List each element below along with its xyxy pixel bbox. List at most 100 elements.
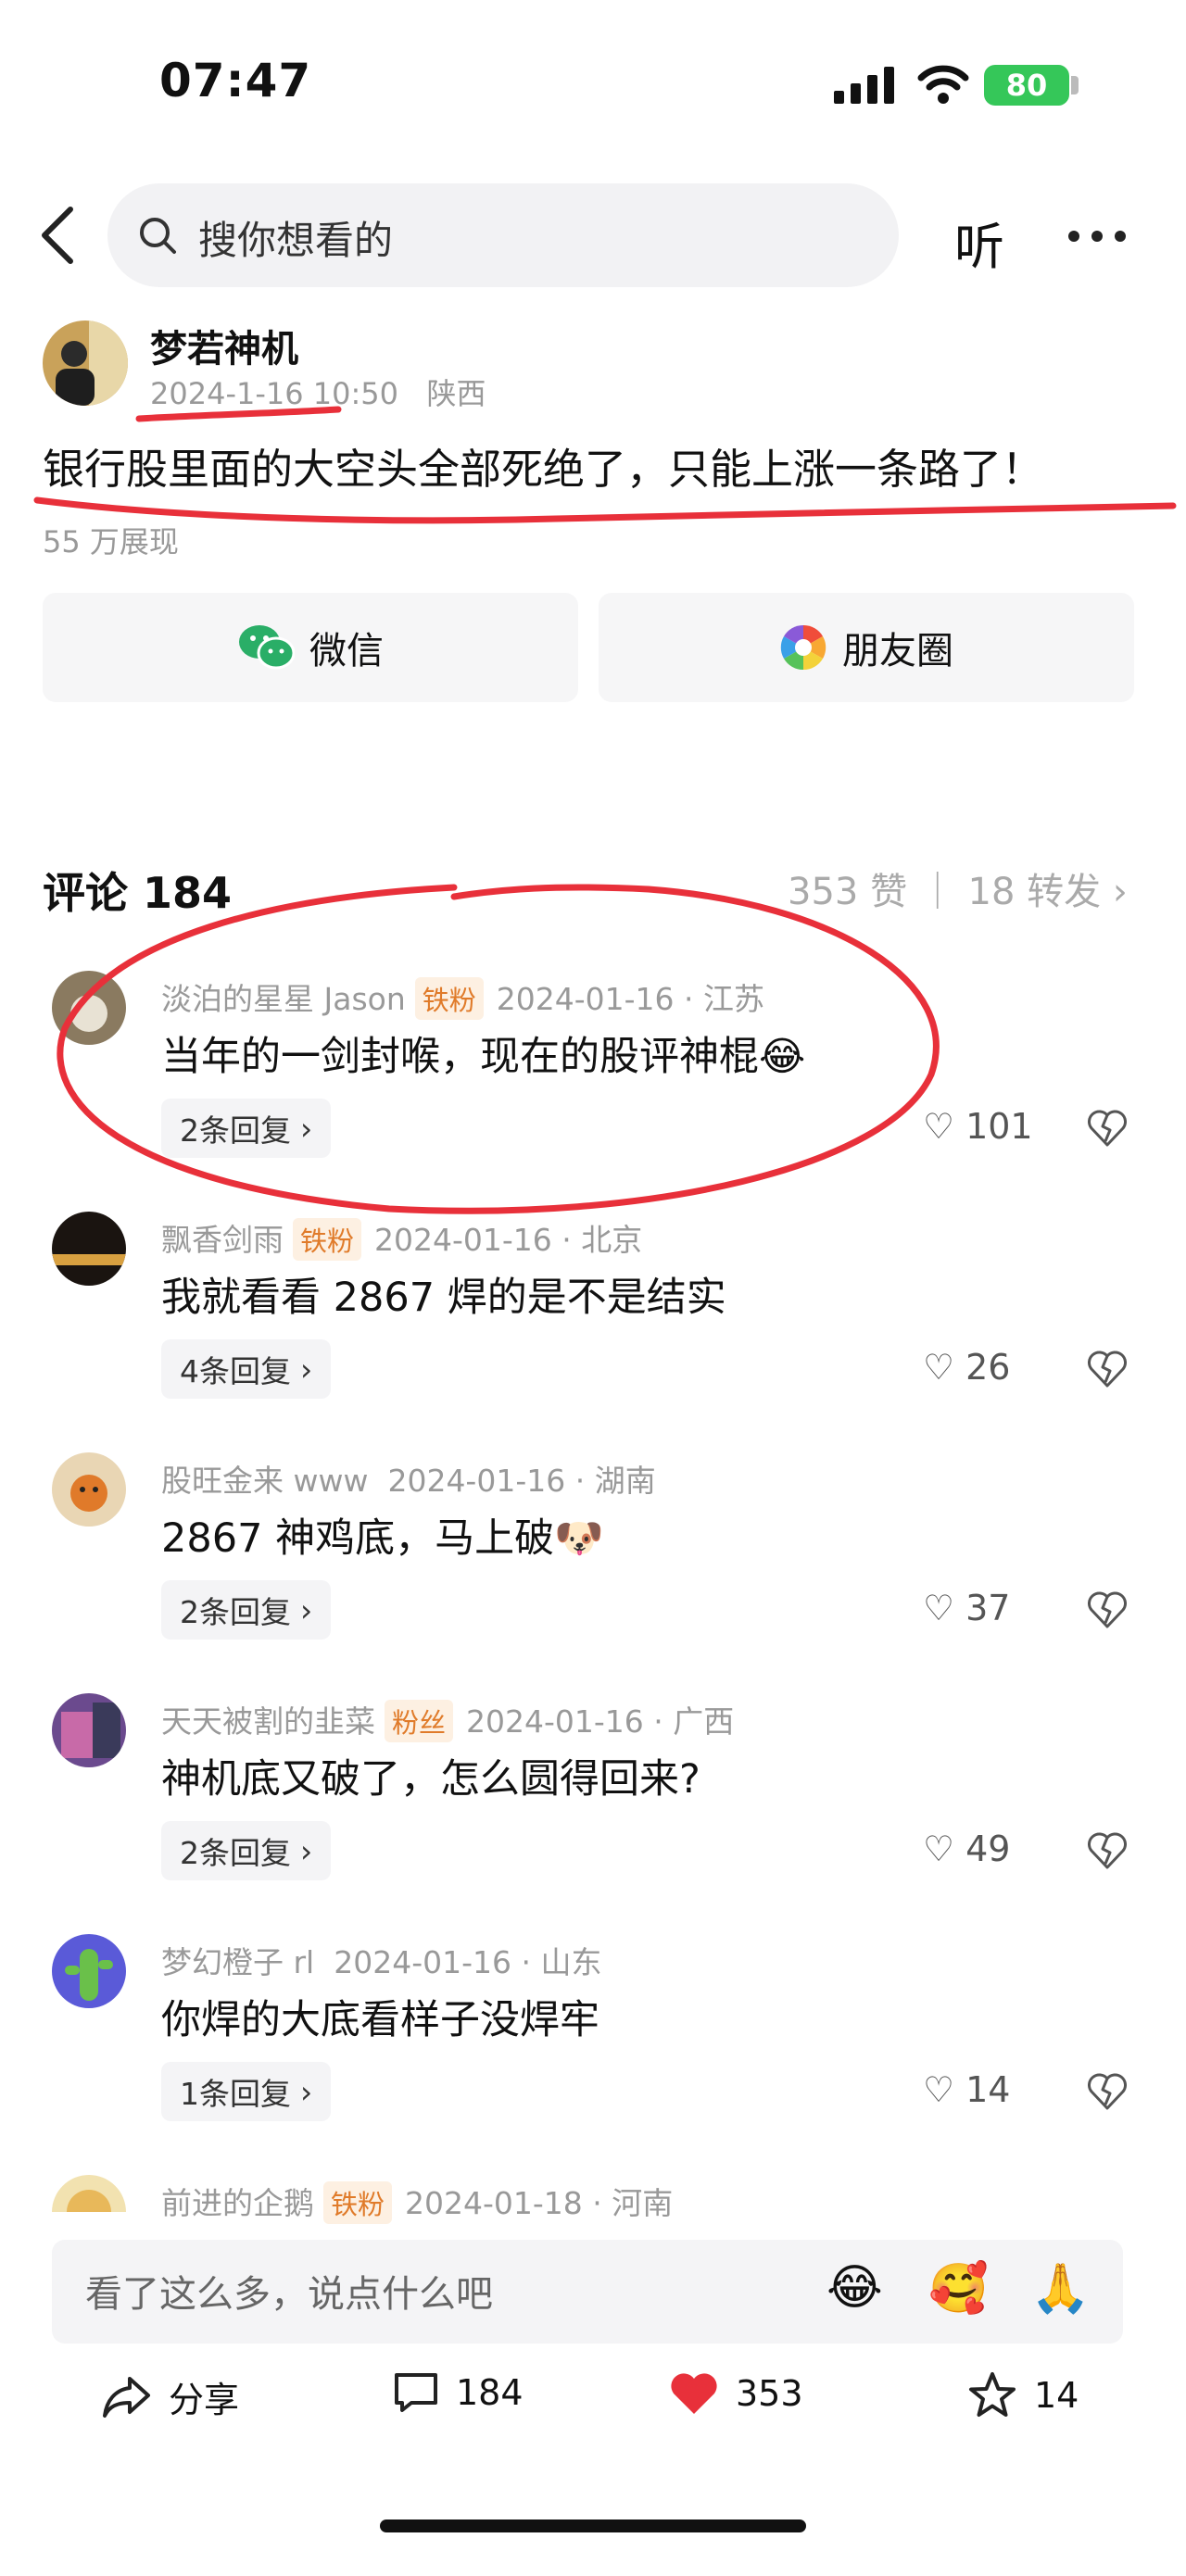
comment-avatar[interactable]	[52, 1452, 126, 1527]
emoji-pray-button[interactable]: 🙏	[1030, 2260, 1091, 2317]
comment-like-count: 49	[965, 1828, 1011, 1869]
chevron-right-icon: ›	[300, 1832, 313, 1869]
post-location: 陕西	[426, 376, 486, 411]
fan-badge: 粉丝	[385, 1700, 454, 1742]
dislike-icon[interactable]	[1088, 2073, 1127, 2110]
dislike-icon[interactable]	[1088, 1591, 1127, 1628]
back-arrow-icon[interactable]	[37, 206, 78, 265]
heart-outline-icon: ♡	[923, 2069, 955, 2110]
comment-date-location: 2024-01-16 · 江苏	[496, 981, 765, 1017]
share-wechat-button[interactable]: 微信	[43, 593, 578, 702]
comment-date-location: 2024-01-16 · 广西	[466, 1703, 735, 1740]
favorites-count: 14	[1034, 2375, 1079, 2416]
comment-meta: 梦幻橙子 rl 2024-01-16 · 山东	[161, 1938, 601, 1982]
battery-indicator: 80	[984, 65, 1069, 106]
heart-filled-icon	[671, 2373, 717, 2414]
replies-label: 2条回复	[180, 1594, 291, 1630]
share-moments-button[interactable]: 朋友圈	[599, 593, 1134, 702]
replies-label: 2条回复	[180, 1835, 291, 1871]
star-icon	[969, 2372, 1016, 2417]
dislike-icon[interactable]	[1088, 1110, 1127, 1147]
share-wechat-label: 微信	[309, 630, 384, 672]
comment-text: 当年的一剑封喉，现在的股评神棍😂	[161, 1034, 806, 1080]
comment-date-location: 2024-01-16 · 山东	[334, 1944, 602, 1980]
comment-meta: 前进的企鹅 铁粉 2024-01-18 · 河南	[161, 2179, 673, 2224]
comment-avatar[interactable]	[52, 1693, 126, 1767]
view-replies-button[interactable]: 2条回复 ›	[161, 1821, 332, 1880]
comment-like-count: 26	[965, 1347, 1011, 1388]
comments-count: 184	[456, 2372, 524, 2413]
post-stats-link[interactable]: 353 赞 ｜ 18 转发 ›	[788, 861, 1128, 915]
chevron-right-icon: ›	[300, 1110, 313, 1147]
search-icon	[140, 218, 176, 254]
comment-date-location: 2024-01-16 · 湖南	[387, 1463, 656, 1499]
comment-user[interactable]: 前进的企鹅	[161, 2185, 314, 2221]
like-button[interactable]: 353	[669, 2371, 803, 2416]
post-body: 银行股里面的大空头全部死绝了，只能上涨一条路了！	[43, 445, 1044, 494]
view-replies-button[interactable]: 2条回复 ›	[161, 1099, 332, 1158]
comment-avatar[interactable]	[52, 1212, 126, 1286]
chevron-right-icon: ›	[300, 1591, 313, 1628]
heart-outline-icon: ♡	[923, 1828, 955, 1869]
comments-button[interactable]: 184	[393, 2371, 524, 2414]
likes-count: 353	[736, 2373, 803, 2414]
share-label: 分享	[169, 2380, 240, 2420]
listen-button[interactable]: 听	[954, 206, 1004, 279]
comment-user[interactable]: 梦幻橙子 rl	[161, 1944, 314, 1980]
comment-like-count: 37	[965, 1588, 1011, 1628]
fan-badge: 铁粉	[323, 2181, 393, 2224]
comments-title: 评论 184	[43, 868, 233, 918]
cell-signal-icon	[834, 67, 894, 104]
dislike-icon[interactable]	[1088, 1351, 1127, 1388]
author-avatar[interactable]	[43, 320, 128, 406]
search-placeholder: 搜你想看的	[198, 218, 394, 263]
comment-like-button[interactable]: ♡ 26	[923, 1347, 1010, 1388]
comment-text: 神机底又破了，怎么圆得回来?	[161, 1756, 700, 1803]
comment-like-button[interactable]: ♡ 14	[923, 2069, 1010, 2110]
chevron-right-icon: ›	[300, 2073, 313, 2110]
comment-user[interactable]: 股旺金来 www	[161, 1463, 368, 1499]
comment-user[interactable]: 淡泊的星星 Jason	[161, 981, 406, 1017]
favorite-button[interactable]: 14	[967, 2371, 1079, 2419]
home-indicator	[380, 2519, 806, 2532]
battery-level: 80	[1005, 68, 1048, 103]
replies-label: 2条回复	[180, 1112, 291, 1149]
heart-outline-icon: ♡	[923, 1588, 955, 1628]
heart-outline-icon: ♡	[923, 1347, 955, 1388]
fan-badge: 铁粉	[293, 1218, 362, 1261]
comment-like-button[interactable]: ♡ 101	[923, 1106, 1033, 1147]
comment-meta: 飘香剑雨 铁粉 2024-01-16 · 北京	[161, 1215, 642, 1261]
dislike-icon[interactable]	[1088, 1832, 1127, 1869]
post-stats-text: 353 赞 ｜ 18 转发	[788, 871, 1102, 913]
share-button[interactable]: 分享	[102, 2371, 239, 2422]
moments-icon	[780, 624, 826, 671]
view-replies-button[interactable]: 1条回复 ›	[161, 2062, 332, 2121]
comment-user[interactable]: 天天被割的韭菜	[161, 1703, 375, 1740]
comment-meta: 股旺金来 www 2024-01-16 · 湖南	[161, 1456, 656, 1501]
comment-like-count: 101	[965, 1106, 1033, 1147]
view-replies-button[interactable]: 2条回复 ›	[161, 1580, 332, 1640]
comment-text: 我就看看 2867 焊的是不是结实	[161, 1275, 726, 1321]
replies-label: 1条回复	[180, 2076, 291, 2112]
comment-avatar[interactable]	[52, 2175, 126, 2212]
share-arrow-icon	[103, 2376, 150, 2418]
comment-like-count: 14	[965, 2069, 1011, 2110]
view-count: 55 万展现	[43, 524, 179, 559]
status-time: 07:47	[159, 54, 312, 107]
comment-avatar[interactable]	[52, 1934, 126, 2008]
comment-user[interactable]: 飘香剑雨	[161, 1222, 284, 1258]
share-moments-label: 朋友圈	[842, 630, 953, 672]
post-date: 2024-1-16 10:50	[150, 376, 398, 411]
view-replies-button[interactable]: 4条回复 ›	[161, 1339, 332, 1399]
chevron-right-icon: ›	[300, 1351, 313, 1388]
comment-like-button[interactable]: ♡ 49	[923, 1828, 1010, 1869]
emoji-follow-button[interactable]: 🥰	[928, 2260, 989, 2317]
comment-like-button[interactable]: ♡ 37	[923, 1588, 1010, 1628]
more-options-icon[interactable]	[1067, 230, 1127, 243]
comment-avatar[interactable]	[52, 971, 126, 1045]
wifi-icon	[917, 65, 969, 104]
emoji-laugh-button[interactable]: 😂	[826, 2260, 883, 2316]
wechat-icon	[239, 625, 295, 670]
comment-meta: 天天被割的韭菜 粉丝 2024-01-16 · 广西	[161, 1697, 734, 1742]
author-name[interactable]: 梦若神机	[150, 319, 298, 372]
